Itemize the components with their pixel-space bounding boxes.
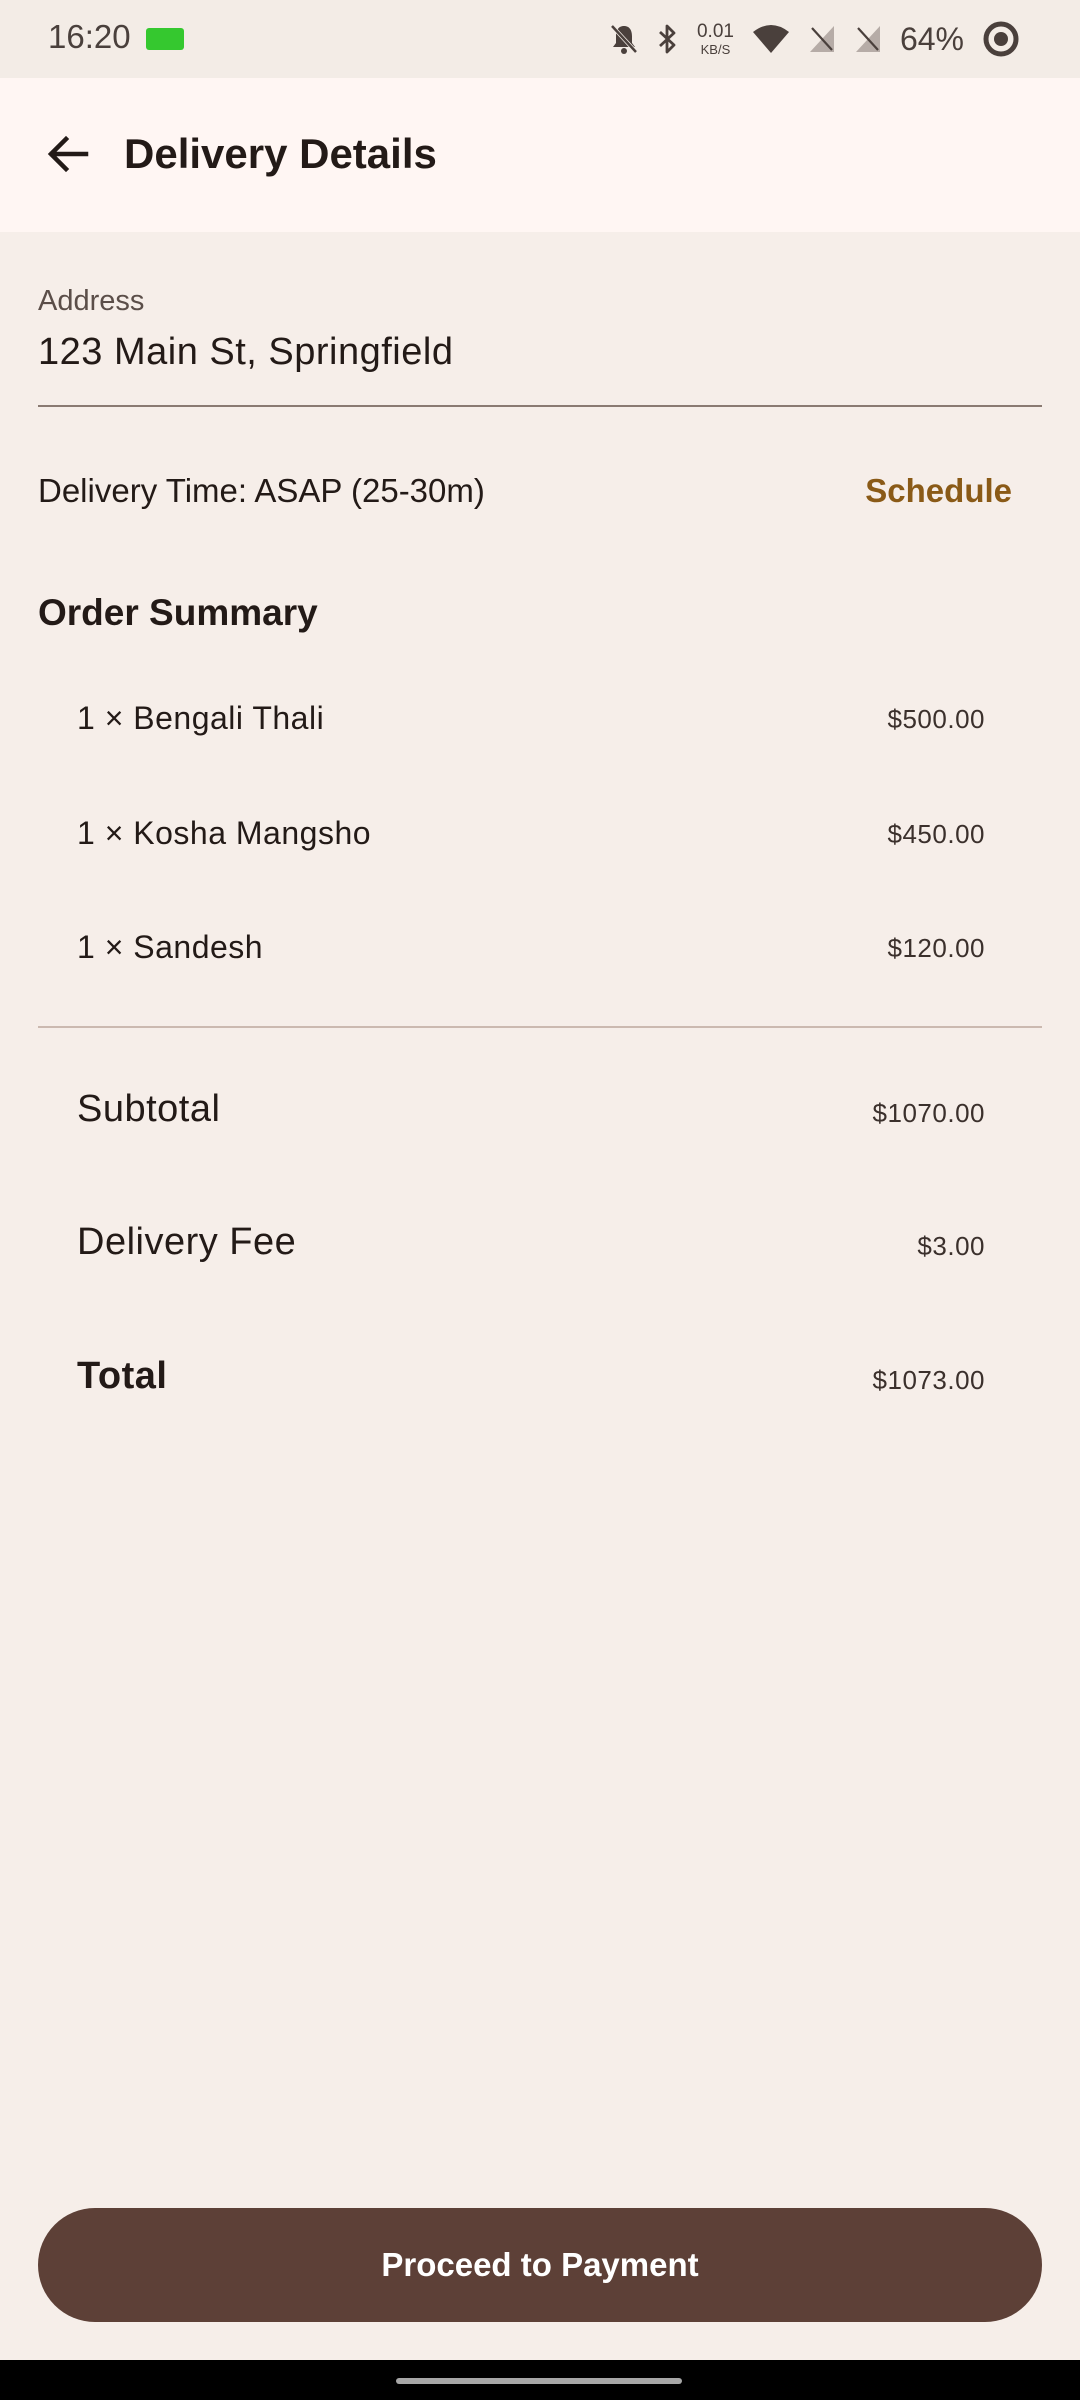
delivery-fee-value: $3.00 — [917, 1231, 985, 1261]
status-icons: 0.01 KB/S 64% — [609, 18, 1020, 60]
order-item-price: $450.00 — [887, 819, 985, 849]
back-button[interactable] — [36, 122, 100, 186]
battery-percentage: 64% — [899, 20, 964, 57]
delivery-fee-label: Delivery Fee — [77, 1221, 297, 1263]
wifi-icon — [752, 24, 790, 54]
subtotal-row: Subtotal $1070.00 — [77, 1088, 985, 1148]
network-speed: 0.01 KB/S — [697, 22, 734, 56]
address-input[interactable]: 123 Main St, Springfield — [38, 331, 453, 374]
proceed-to-payment-button[interactable]: Proceed to Payment — [38, 2208, 1042, 2322]
total-row: Total $1073.00 — [77, 1355, 985, 1415]
order-item-price: $500.00 — [887, 704, 985, 734]
bluetooth-icon — [657, 23, 679, 55]
status-bar: 16:20 0.01 KB/S 64% — [0, 0, 1080, 78]
navigation-bar — [0, 2360, 1080, 2400]
no-sim-icon — [808, 24, 836, 54]
schedule-button[interactable]: Schedule — [865, 472, 1012, 510]
page-title: Delivery Details — [124, 130, 437, 177]
battery-icon — [982, 20, 1020, 58]
order-item: 1 × Sandesh $120.00 — [77, 929, 985, 979]
home-gesture-handle[interactable] — [396, 2378, 682, 2384]
no-sim-icon-2 — [854, 24, 882, 54]
order-item: 1 × Kosha Mangsho $450.00 — [77, 815, 985, 865]
network-speed-value: 0.01 — [696, 21, 734, 42]
order-item-name: 1 × Sandesh — [77, 929, 264, 965]
network-speed-unit: KB/S — [700, 42, 731, 57]
status-time: 16:20 — [48, 18, 131, 55]
subtotal-value: $1070.00 — [872, 1098, 985, 1128]
app-bar: Delivery Details — [0, 78, 1080, 232]
order-item: 1 × Bengali Thali $500.00 — [77, 700, 985, 750]
delivery-time-text: Delivery Time: ASAP (25-30m) — [38, 472, 485, 509]
delivery-fee-row: Delivery Fee $3.00 — [77, 1221, 985, 1281]
total-label: Total — [77, 1355, 168, 1397]
bell-off-icon — [609, 23, 639, 55]
order-item-price: $120.00 — [887, 933, 985, 963]
total-value: $1073.00 — [872, 1365, 985, 1395]
address-label: Address — [38, 285, 145, 317]
address-field[interactable]: Address 123 Main St, Springfield — [38, 285, 1042, 407]
order-summary-title: Order Summary — [38, 592, 318, 633]
summary-divider — [38, 1026, 1042, 1028]
arrow-left-icon — [47, 135, 89, 173]
order-item-name: 1 × Kosha Mangsho — [77, 815, 372, 851]
subtotal-label: Subtotal — [77, 1088, 221, 1130]
order-item-name: 1 × Bengali Thali — [77, 700, 325, 736]
app-notification-icon — [146, 28, 184, 50]
